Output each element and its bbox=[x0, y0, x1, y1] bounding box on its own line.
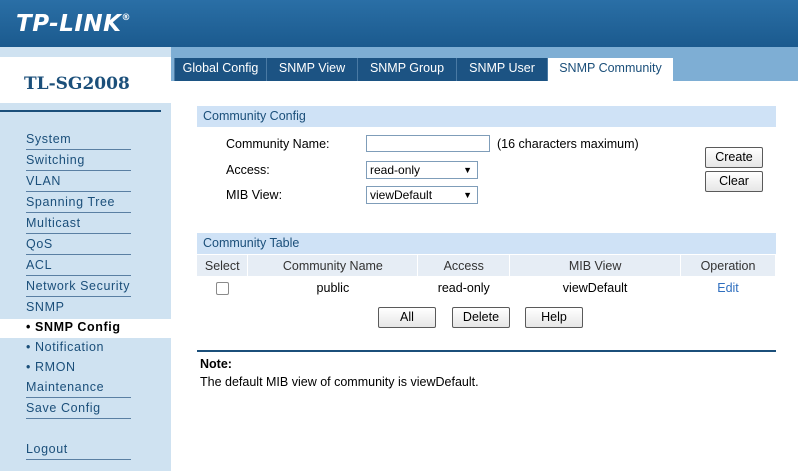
sidebar-item-rmon[interactable]: • RMON bbox=[26, 359, 131, 378]
row-community-name: public bbox=[316, 281, 350, 295]
sidebar: TL-SG2008 System Switching VLAN Spanning… bbox=[0, 47, 171, 471]
sidebar-item-switching[interactable]: Switching bbox=[26, 152, 131, 171]
dropdown-arrow-icon: ▼ bbox=[463, 165, 472, 175]
create-button[interactable]: Create bbox=[705, 147, 763, 168]
community-table-header: Community Table bbox=[197, 233, 776, 254]
tab-global-config[interactable]: Global Config bbox=[174, 58, 266, 81]
sidebar-item-acl[interactable]: ACL bbox=[26, 257, 131, 276]
edit-link[interactable]: Edit bbox=[717, 281, 739, 295]
column-header-community-name: Community Name bbox=[247, 255, 419, 276]
model-divider bbox=[0, 110, 161, 112]
sidebar-item-qos[interactable]: QoS bbox=[26, 236, 131, 255]
model-box: TL-SG2008 bbox=[0, 57, 171, 112]
mib-view-label: MIB View: bbox=[226, 188, 283, 202]
note-title: Note: bbox=[200, 357, 232, 371]
tab-snmp-view[interactable]: SNMP View bbox=[266, 58, 357, 81]
column-header-mib-view: MIB View bbox=[509, 255, 682, 276]
sidebar-item-multicast[interactable]: Multicast bbox=[26, 215, 131, 234]
mib-view-select-value: viewDefault bbox=[370, 188, 433, 202]
column-header-access: Access bbox=[417, 255, 511, 276]
clear-button[interactable]: Clear bbox=[705, 171, 763, 192]
access-select[interactable]: read-only ▼ bbox=[366, 161, 478, 179]
sidebar-item-network-security[interactable]: Network Security bbox=[26, 278, 131, 297]
community-config-header: Community Config bbox=[197, 106, 776, 127]
note-divider bbox=[197, 350, 776, 352]
community-name-input[interactable] bbox=[366, 135, 490, 152]
column-header-operation: Operation bbox=[680, 255, 776, 276]
sidebar-item-snmp[interactable]: SNMP bbox=[26, 299, 131, 318]
row-access: read-only bbox=[437, 281, 490, 295]
mib-view-select[interactable]: viewDefault ▼ bbox=[366, 186, 478, 204]
table-row: public read-only viewDefault Edit bbox=[197, 276, 776, 300]
header-bar: TP-LINK® bbox=[0, 0, 798, 47]
sidebar-item-system[interactable]: System bbox=[26, 131, 131, 150]
sidebar-item-save-config[interactable]: Save Config bbox=[26, 400, 131, 419]
access-label: Access: bbox=[226, 163, 270, 177]
sidebar-item-vlan[interactable]: VLAN bbox=[26, 173, 131, 192]
tab-bar: Global Config SNMP View SNMP Group SNMP … bbox=[171, 47, 798, 81]
community-table: Select Community Name Access MIB View Op… bbox=[197, 255, 776, 300]
tab-snmp-group[interactable]: SNMP Group bbox=[357, 58, 456, 81]
sidebar-item-snmp-config[interactable]: • SNMP Config bbox=[0, 319, 171, 338]
sidebar-item-logout[interactable]: Logout bbox=[26, 441, 131, 460]
row-mib-view: viewDefault bbox=[562, 281, 628, 295]
table-header-row: Select Community Name Access MIB View Op… bbox=[197, 255, 776, 276]
sidebar-item-spanning-tree[interactable]: Spanning Tree bbox=[26, 194, 131, 213]
community-name-hint: (16 characters maximum) bbox=[497, 137, 639, 151]
column-header-select: Select bbox=[197, 255, 249, 276]
sidebar-item-notification[interactable]: • Notification bbox=[26, 339, 131, 358]
tp-link-logo: TP-LINK® bbox=[16, 11, 131, 37]
row-select-checkbox[interactable] bbox=[215, 282, 229, 296]
community-name-label: Community Name: bbox=[226, 137, 330, 151]
logo-trademark: ® bbox=[121, 13, 131, 23]
tab-snmp-user[interactable]: SNMP User bbox=[456, 58, 547, 81]
select-all-button[interactable]: All bbox=[378, 307, 436, 328]
dropdown-arrow-icon: ▼ bbox=[463, 190, 472, 200]
access-select-value: read-only bbox=[370, 163, 421, 177]
row-operation-cell: Edit bbox=[681, 276, 776, 300]
model-name: TL-SG2008 bbox=[24, 74, 130, 94]
help-button[interactable]: Help bbox=[525, 307, 583, 328]
logo-text: TP-LINK bbox=[16, 11, 122, 37]
sidebar-item-maintenance[interactable]: Maintenance bbox=[26, 379, 131, 398]
tab-snmp-community[interactable]: SNMP Community bbox=[547, 58, 673, 81]
delete-button[interactable]: Delete bbox=[452, 307, 510, 328]
row-select-cell bbox=[197, 276, 248, 300]
note-text: The default MIB view of community is vie… bbox=[200, 375, 479, 389]
main-content: Global Config SNMP View SNMP Group SNMP … bbox=[171, 47, 798, 471]
